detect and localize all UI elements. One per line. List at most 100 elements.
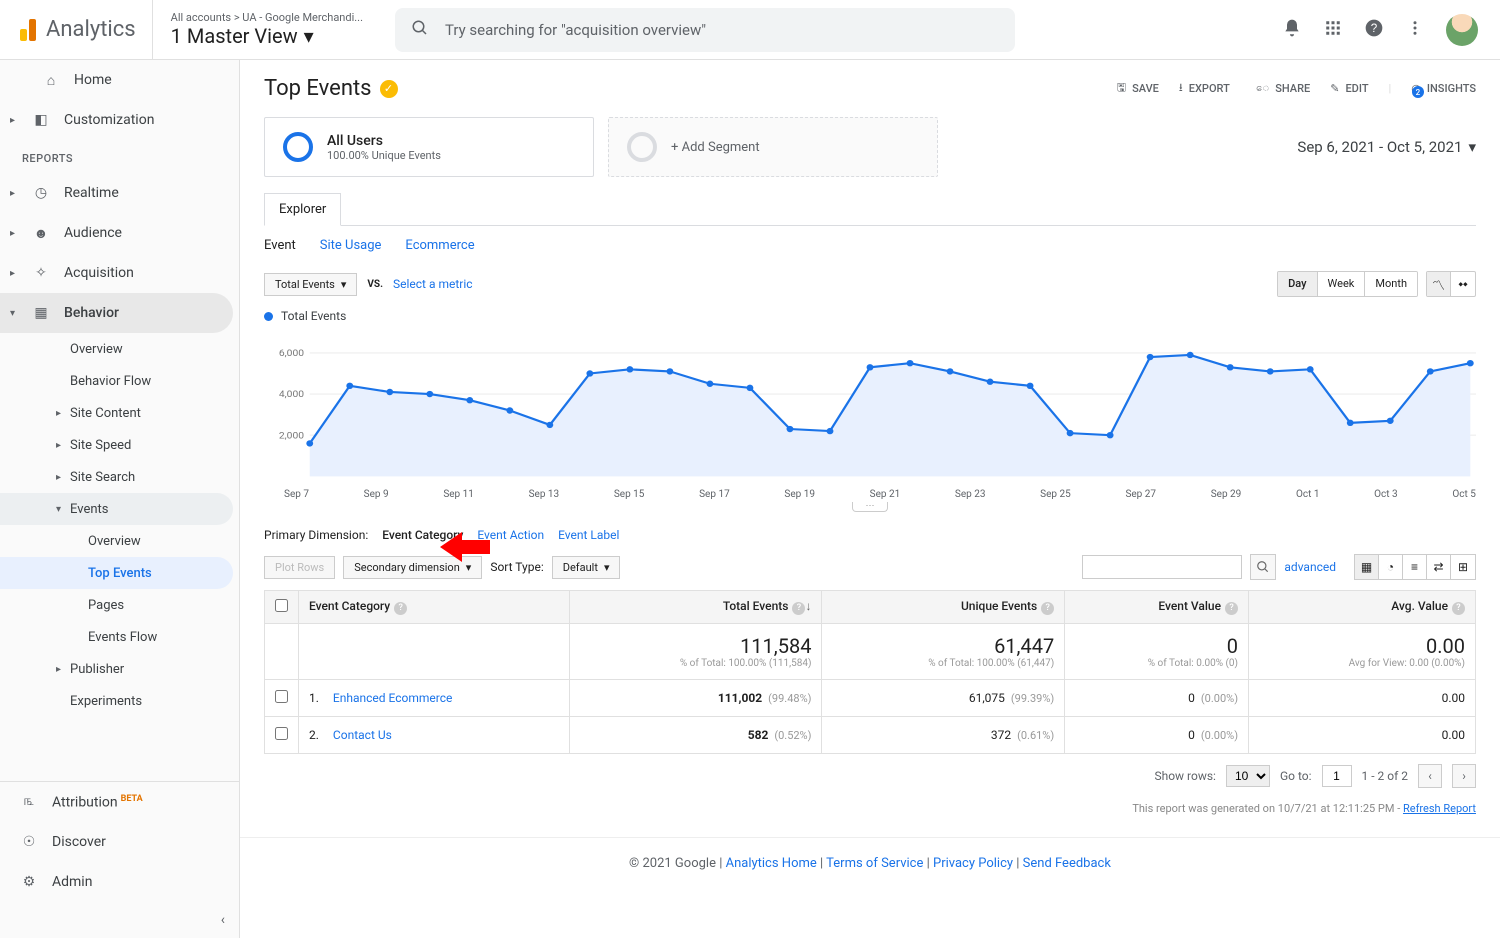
sidebar-behavior-overview[interactable]: Overview	[0, 333, 239, 365]
prev-page-button[interactable]: ‹	[1418, 764, 1442, 788]
sidebar-realtime[interactable]: ▸ ◷ Realtime	[0, 173, 239, 213]
table-search-button[interactable]	[1250, 554, 1276, 580]
select-all-checkbox[interactable]	[265, 591, 299, 624]
verified-badge-icon: ✓	[380, 80, 398, 98]
line-chart-icon[interactable]: 〽	[1427, 272, 1451, 296]
help-icon[interactable]: ?	[1364, 18, 1384, 42]
help-icon[interactable]: ?	[1041, 602, 1054, 615]
export-button[interactable]: ⭳EXPORT	[1179, 79, 1230, 98]
subtab-ecommerce[interactable]: Ecommerce	[405, 238, 474, 253]
chart-resize-handle[interactable]: ⋯	[240, 502, 1500, 512]
metric-selector[interactable]: Total Events▾	[264, 273, 357, 296]
footer-privacy-link[interactable]: Privacy Policy	[933, 856, 1013, 871]
granularity-week[interactable]: Week	[1318, 272, 1366, 296]
chevron-down-icon: ▾	[1468, 138, 1476, 156]
view-compare-icon[interactable]: ⇄	[1427, 555, 1451, 579]
next-page-button[interactable]: ›	[1452, 764, 1476, 788]
granularity-day[interactable]: Day	[1278, 272, 1317, 296]
event-category-link[interactable]: Contact Us	[333, 728, 392, 742]
date-range-picker[interactable]: Sep 6, 2021 - Oct 5, 2021 ▾	[1297, 138, 1476, 156]
more-icon[interactable]	[1406, 19, 1424, 41]
events-chart[interactable]: 2,0004,0006,000	[264, 327, 1476, 487]
plot-rows-button[interactable]: Plot Rows	[264, 556, 335, 579]
sidebar-site-speed[interactable]: ▸Site Speed	[0, 429, 239, 461]
report-timestamp: This report was generated on 10/7/21 at …	[240, 798, 1500, 829]
subtab-event[interactable]: Event	[264, 238, 296, 253]
view-bar-icon[interactable]: ≡	[1403, 555, 1427, 579]
sidebar-behavior-flow[interactable]: Behavior Flow	[0, 365, 239, 397]
save-button[interactable]: 🖫SAVE	[1117, 79, 1159, 98]
sidebar-behavior[interactable]: ▾ ▦ Behavior	[0, 293, 233, 333]
sort-type-selector[interactable]: Default ▾	[552, 556, 621, 579]
footer-tos-link[interactable]: Terms of Service	[826, 856, 923, 871]
property-selector[interactable]: All accounts > UA - Google Merchandi... …	[153, 11, 381, 49]
svg-text:6,000: 6,000	[279, 348, 305, 359]
segment-all-users[interactable]: All Users 100.00% Unique Events	[264, 117, 594, 177]
sidebar-customization[interactable]: ▸ ◧ Customization	[0, 100, 239, 140]
help-icon[interactable]: ?	[792, 602, 805, 615]
refresh-report-link[interactable]: Refresh Report	[1403, 802, 1476, 815]
edit-button[interactable]: ✎EDIT	[1330, 82, 1368, 95]
row-checkbox[interactable]	[275, 690, 288, 703]
sidebar-events-pages[interactable]: Pages	[0, 589, 239, 621]
brand-block[interactable]: Analytics	[12, 0, 153, 59]
footer-home-link[interactable]: Analytics Home	[726, 856, 817, 871]
chart-legend: Total Events	[281, 309, 346, 323]
sidebar-events[interactable]: ▾Events	[0, 493, 233, 525]
view-pivot-icon[interactable]: ⊞	[1451, 555, 1475, 579]
sidebar-events-overview[interactable]: Overview	[0, 525, 239, 557]
add-segment-button[interactable]: + Add Segment	[608, 117, 938, 177]
select-metric-link[interactable]: Select a metric	[393, 277, 473, 291]
search-icon	[411, 19, 429, 41]
svg-text:4,000: 4,000	[279, 390, 305, 401]
sidebar-admin[interactable]: ⚙ Admin	[0, 862, 239, 902]
sidebar-top-events[interactable]: Top Events	[0, 557, 233, 589]
view-pie-icon[interactable]: ◔	[1379, 555, 1403, 579]
footer-feedback-link[interactable]: Send Feedback	[1023, 856, 1111, 871]
sidebar-acquisition[interactable]: ▸ ✧ Acquisition	[0, 253, 239, 293]
subtab-site-usage[interactable]: Site Usage	[320, 238, 382, 253]
rows-per-page-select[interactable]: 10	[1226, 765, 1270, 787]
sidebar-experiments[interactable]: Experiments	[0, 685, 239, 717]
sidebar-collapse[interactable]: ‹	[0, 902, 239, 938]
table-search-input[interactable]	[1082, 555, 1242, 579]
sidebar-discover[interactable]: ☉ Discover	[0, 822, 239, 862]
gear-icon: ⚙	[20, 874, 38, 890]
granularity-month[interactable]: Month	[1365, 272, 1417, 296]
search-input[interactable]: Try searching for "acquisition overview"	[395, 8, 1015, 52]
chevron-down-icon: ▾	[604, 561, 610, 574]
customization-icon: ◧	[32, 112, 50, 128]
share-button[interactable]: �ေSHARE	[1250, 81, 1310, 97]
sidebar-events-flow[interactable]: Events Flow	[0, 621, 239, 653]
view-table-icon[interactable]: ▦	[1355, 555, 1379, 579]
col-avg-value[interactable]: Avg. Value?	[1249, 591, 1476, 624]
event-category-link[interactable]: Enhanced Ecommerce	[333, 691, 452, 705]
help-icon[interactable]: ?	[1452, 602, 1465, 615]
goto-input[interactable]	[1322, 765, 1352, 787]
motion-chart-icon[interactable]: ⬩⬩	[1451, 272, 1475, 296]
notifications-icon[interactable]	[1282, 18, 1302, 42]
help-icon[interactable]: ?	[1225, 602, 1238, 615]
sidebar-home[interactable]: ⌂ Home	[0, 60, 239, 100]
sidebar-site-search[interactable]: ▸Site Search	[0, 461, 239, 493]
col-event-category[interactable]: Event Category?	[299, 591, 570, 624]
col-event-value[interactable]: Event Value?	[1065, 591, 1249, 624]
vs-label: VS.	[367, 279, 383, 290]
sidebar-site-content[interactable]: ▸Site Content	[0, 397, 239, 429]
tab-explorer[interactable]: Explorer	[264, 193, 341, 226]
advanced-filter-link[interactable]: advanced	[1284, 560, 1336, 574]
help-icon[interactable]: ?	[394, 602, 407, 615]
sub-tabs: Event Site Usage Ecommerce	[240, 226, 1500, 265]
sidebar-publisher[interactable]: ▸Publisher	[0, 653, 239, 685]
apps-icon[interactable]	[1324, 19, 1342, 41]
col-unique-events[interactable]: Unique Events?	[822, 591, 1065, 624]
row-checkbox[interactable]	[275, 727, 288, 740]
sidebar-attribution[interactable]: ௩ AttributionBETA	[0, 782, 239, 822]
user-avatar[interactable]	[1446, 14, 1478, 46]
insights-button[interactable]: ◎2 INSIGHTS	[1411, 82, 1476, 95]
dim-event-label[interactable]: Event Label	[558, 528, 619, 542]
chevron-down-icon: ▾	[304, 24, 314, 49]
col-total-events[interactable]: Total Events?↓	[570, 591, 822, 624]
segment-circle-icon	[283, 132, 313, 162]
sidebar-audience[interactable]: ▸ ☻ Audience	[0, 213, 239, 253]
